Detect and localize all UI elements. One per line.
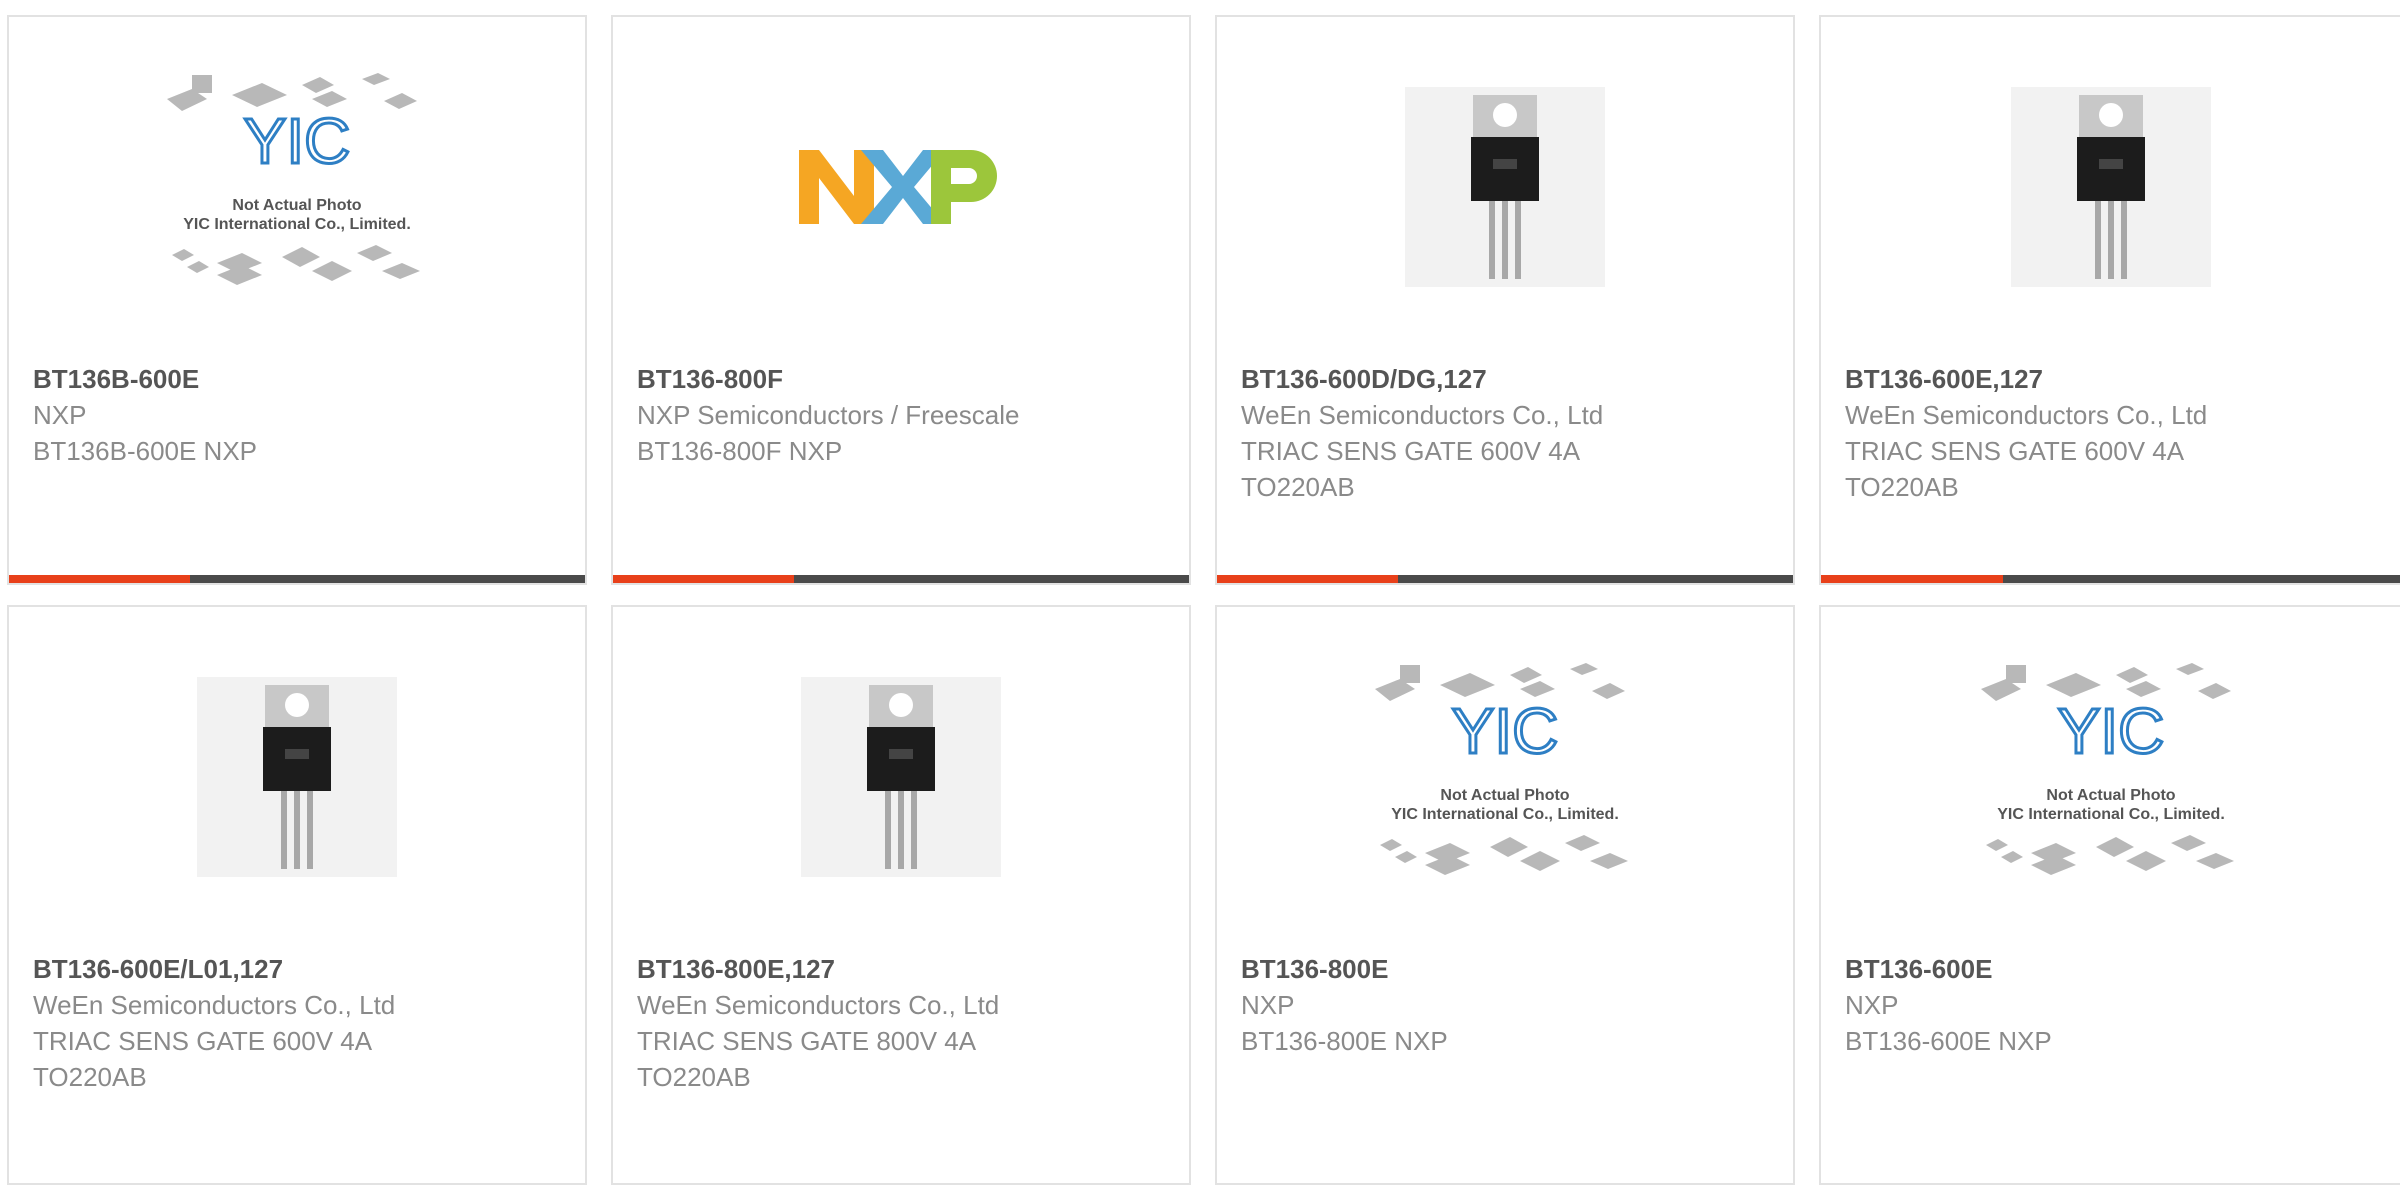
manufacturer: WeEn Semiconductors Co., Ltd bbox=[637, 990, 1000, 1020]
svg-text:YIC: YIC bbox=[1452, 695, 1559, 767]
manufacturer: WeEn Semiconductors Co., Ltd bbox=[1241, 400, 1604, 430]
manufacturer: NXP bbox=[1241, 990, 1295, 1020]
product-card[interactable]: YIC Not Actual Photo YIC International C… bbox=[1819, 605, 2400, 1185]
product-card[interactable]: YIC Not Actual Photo YIC International C… bbox=[7, 15, 587, 585]
product-card[interactable]: BT136-600E/L01,127 WeEn Semiconductors C… bbox=[7, 605, 587, 1185]
manufacturer: NXP bbox=[33, 400, 87, 430]
product-image[interactable] bbox=[613, 17, 1189, 357]
description: BT136-600E NXP bbox=[1845, 1026, 2052, 1056]
to220-transistor-icon bbox=[801, 677, 1001, 877]
product-image[interactable] bbox=[1217, 17, 1793, 357]
description: TRIAC SENS GATE 600V 4A TO220AB bbox=[1845, 436, 2183, 502]
accent-bar bbox=[9, 575, 191, 583]
description: TRIAC SENS GATE 600V 4A TO220AB bbox=[1241, 436, 1579, 502]
yic-placeholder-icon: YIC Not Actual Photo YIC International C… bbox=[1375, 663, 1628, 875]
part-number[interactable]: BT136-600E,127 bbox=[1845, 361, 2380, 397]
yic-placeholder-icon: YIC Not Actual Photo YIC International C… bbox=[167, 73, 420, 285]
svg-text:YIC International Co., Limited: YIC International Co., Limited. bbox=[183, 216, 411, 233]
accent-bar bbox=[613, 575, 795, 583]
part-number[interactable]: BT136-800E bbox=[1241, 951, 1773, 987]
product-image[interactable]: YIC Not Actual Photo YIC International C… bbox=[1821, 607, 2400, 947]
svg-text:Not Actual Photo: Not Actual Photo bbox=[1440, 787, 1569, 804]
product-card[interactable]: BT136-600E,127 WeEn Semiconductors Co., … bbox=[1819, 15, 2400, 585]
card-bottom-bar bbox=[613, 575, 1189, 583]
product-image[interactable]: YIC Not Actual Photo YIC International C… bbox=[1217, 607, 1793, 947]
description: TRIAC SENS GATE 800V 4A TO220AB bbox=[637, 1026, 975, 1092]
card-bottom-bar bbox=[1217, 575, 1793, 583]
part-number[interactable]: BT136-600E bbox=[1845, 951, 2380, 987]
description: BT136-800F NXP bbox=[637, 436, 843, 466]
product-grid: YIC Not Actual Photo YIC International C… bbox=[0, 0, 2400, 1185]
part-number[interactable]: BT136-800E,127 bbox=[637, 951, 1169, 987]
svg-text:Not Actual Photo: Not Actual Photo bbox=[232, 197, 361, 214]
product-image[interactable] bbox=[613, 607, 1189, 947]
yic-placeholder-icon: YIC Not Actual Photo YIC International C… bbox=[1980, 663, 2234, 875]
description: TRIAC SENS GATE 600V 4A TO220AB bbox=[33, 1026, 371, 1092]
product-card[interactable]: YIC Not Actual Photo YIC International C… bbox=[1215, 605, 1795, 1185]
manufacturer: WeEn Semiconductors Co., Ltd bbox=[33, 990, 396, 1020]
product-card[interactable]: BT136-800F NXP Semiconductors / Freescal… bbox=[611, 15, 1191, 585]
to220-transistor-icon bbox=[197, 677, 397, 877]
part-number[interactable]: BT136-600D/DG,127 bbox=[1241, 361, 1773, 397]
description: BT136-800E NXP bbox=[1241, 1026, 1448, 1056]
svg-text:YIC International Co., Limited: YIC International Co., Limited. bbox=[1391, 806, 1619, 823]
svg-text:YIC: YIC bbox=[244, 105, 351, 177]
to220-transistor-icon bbox=[1405, 87, 1605, 287]
card-bottom-bar bbox=[1821, 575, 2400, 583]
part-number[interactable]: BT136-800F bbox=[637, 361, 1169, 397]
product-card[interactable]: BT136-800E,127 WeEn Semiconductors Co., … bbox=[611, 605, 1191, 1185]
manufacturer: NXP Semiconductors / Freescale bbox=[637, 400, 1020, 430]
card-bottom-bar bbox=[9, 575, 585, 583]
manufacturer: NXP bbox=[1845, 990, 1899, 1020]
product-image[interactable]: YIC Not Actual Photo YIC International C… bbox=[9, 17, 585, 357]
part-number[interactable]: BT136B-600E bbox=[33, 361, 565, 397]
product-image[interactable] bbox=[1821, 17, 2400, 357]
svg-text:Not Actual Photo: Not Actual Photo bbox=[2046, 787, 2175, 804]
to220-transistor-icon bbox=[2010, 87, 2211, 287]
product-card[interactable]: BT136-600D/DG,127 WeEn Semiconductors Co… bbox=[1215, 15, 1795, 585]
nxp-logo-icon bbox=[799, 150, 997, 224]
manufacturer: WeEn Semiconductors Co., Ltd bbox=[1845, 400, 2208, 430]
description: BT136B-600E NXP bbox=[33, 436, 258, 466]
accent-bar bbox=[1821, 575, 2004, 583]
accent-bar bbox=[1217, 575, 1399, 583]
svg-text:YIC: YIC bbox=[2057, 695, 2164, 767]
part-number[interactable]: BT136-600E/L01,127 bbox=[33, 951, 565, 987]
svg-text:YIC International Co., Limited: YIC International Co., Limited. bbox=[1997, 806, 2225, 823]
product-image[interactable] bbox=[9, 607, 585, 947]
